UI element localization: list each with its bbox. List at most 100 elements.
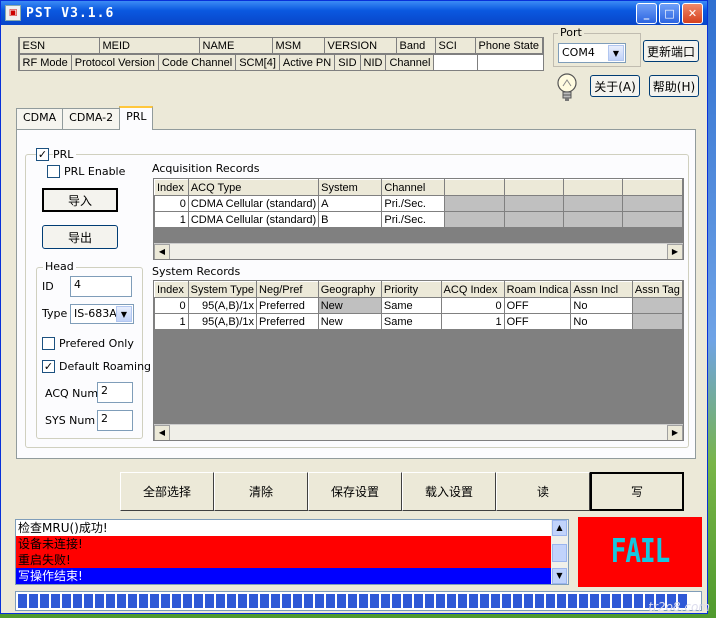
chevron-down-icon[interactable]: ▼ — [608, 45, 624, 61]
refresh-port-button[interactable]: 更新端口 — [643, 40, 699, 62]
progress-segment — [425, 594, 434, 608]
write-button[interactable]: 写 — [590, 472, 684, 511]
scroll-up-icon[interactable]: ▲ — [552, 520, 567, 536]
sys-cell[interactable]: Preferred — [256, 297, 319, 314]
table-row[interactable]: 1 95(A,B)/1x Preferred New Same 1 OFF No — [154, 313, 683, 330]
table-row[interactable]: 0 95(A,B)/1x Preferred New Same 0 OFF No — [154, 297, 683, 314]
sys-col-priority[interactable]: Priority — [380, 281, 442, 298]
acq-col-system[interactable]: System — [318, 179, 383, 196]
export-button[interactable]: 导出 — [42, 225, 118, 249]
sys-records-grid[interactable]: Index System Type Neg/Pref Geography Pri… — [153, 280, 684, 441]
sys-cell[interactable]: OFF — [503, 313, 572, 330]
import-button[interactable]: 导入 — [42, 188, 118, 212]
sys-hscrollbar[interactable]: ◀ ▶ — [154, 424, 683, 440]
sys-col-assn-incl[interactable]: Assn Incl — [570, 281, 633, 298]
chevron-down-icon[interactable]: ▼ — [116, 306, 132, 322]
default-roaming-checkbox[interactable]: ✓ — [42, 360, 55, 373]
acq-cell[interactable] — [562, 211, 624, 228]
load-settings-button[interactable]: 载入设置 — [402, 472, 496, 511]
acq-num-field[interactable]: 2 — [97, 382, 133, 403]
sys-col-geography[interactable]: Geography — [317, 281, 382, 298]
sys-col-acq-index[interactable]: ACQ Index — [440, 281, 505, 298]
close-button[interactable]: ✕ — [682, 3, 703, 24]
save-settings-button[interactable]: 保存设置 — [308, 472, 402, 511]
log-vscrollbar[interactable]: ▲ ▼ — [551, 520, 568, 584]
scroll-left-icon[interactable]: ◀ — [154, 425, 170, 440]
acq-cell[interactable]: CDMA Cellular (standard) — [187, 211, 320, 228]
acq-col-empty — [562, 179, 624, 196]
acq-cell[interactable]: 1 — [154, 211, 189, 228]
scroll-right-icon[interactable]: ▶ — [667, 244, 683, 259]
sys-cell[interactable]: Same — [380, 313, 442, 330]
acq-cell[interactable] — [503, 211, 564, 228]
maximize-button[interactable]: □ — [659, 3, 680, 24]
scroll-left-icon[interactable]: ◀ — [154, 244, 170, 259]
acq-col-index[interactable]: Index — [154, 179, 189, 196]
select-all-button[interactable]: 全部选择 — [120, 472, 214, 511]
acq-cell[interactable]: CDMA Cellular (standard) — [187, 195, 320, 212]
sys-cell[interactable]: 95(A,B)/1x — [187, 313, 258, 330]
acq-cell[interactable]: B — [318, 211, 383, 228]
sys-col-index[interactable]: Index — [154, 281, 189, 298]
sys-cell[interactable]: 1 — [440, 313, 505, 330]
clear-button[interactable]: 清除 — [214, 472, 308, 511]
table-row[interactable]: 0 CDMA Cellular (standard) A Pri./Sec. — [154, 195, 683, 212]
sys-cell[interactable]: Same — [380, 297, 442, 314]
tab-prl[interactable]: PRL — [119, 106, 154, 130]
tab-cdma[interactable]: CDMA — [16, 108, 64, 130]
acq-cell[interactable] — [444, 195, 505, 212]
acq-cell[interactable]: A — [318, 195, 383, 212]
log-list[interactable]: 检查MRU()成功! 设备未连接! 重启失败! 写操作结束! ▲ ▼ — [15, 519, 569, 585]
sys-cell[interactable]: OFF — [503, 297, 572, 314]
tab-cdma-2[interactable]: CDMA-2 — [62, 108, 121, 130]
sys-col-neg-pref[interactable]: Neg/Pref — [256, 281, 319, 298]
port-select[interactable]: COM4 ▼ — [558, 43, 626, 63]
sys-cell[interactable]: No — [570, 297, 633, 314]
type-select[interactable]: IS-683A ▼ — [70, 304, 134, 324]
help-button[interactable]: 帮助(H) — [649, 75, 699, 97]
progress-segment — [546, 594, 555, 608]
preferred-only-checkbox[interactable] — [42, 337, 55, 350]
sys-num-field[interactable]: 2 — [97, 410, 133, 431]
sys-cell[interactable]: 0 — [154, 297, 189, 314]
progress-segment — [161, 594, 170, 608]
sys-cell[interactable]: 1 — [154, 313, 189, 330]
sys-cell[interactable]: 0 — [440, 297, 505, 314]
sys-cell[interactable] — [631, 313, 683, 330]
acq-cell[interactable]: Pri./Sec. — [381, 211, 446, 228]
table-row[interactable]: 1 CDMA Cellular (standard) B Pri./Sec. — [154, 211, 683, 228]
scroll-right-icon[interactable]: ▶ — [667, 425, 683, 440]
progress-segment — [447, 594, 456, 608]
acq-cell[interactable]: Pri./Sec. — [381, 195, 446, 212]
acq-col-type[interactable]: ACQ Type — [187, 179, 320, 196]
sys-cell[interactable]: No — [570, 313, 633, 330]
minimize-button[interactable]: _ — [636, 3, 657, 24]
sys-cell[interactable]: New — [317, 297, 382, 314]
acq-hscrollbar[interactable]: ◀ ▶ — [154, 243, 683, 259]
acq-cell[interactable] — [503, 195, 564, 212]
sys-col-system-type[interactable]: System Type — [187, 281, 258, 298]
scroll-thumb[interactable] — [552, 544, 567, 562]
read-button[interactable]: 读 — [496, 472, 590, 511]
acq-cell[interactable] — [622, 211, 683, 228]
sys-cell[interactable]: New — [317, 313, 382, 330]
id-label: ID — [42, 280, 54, 293]
sys-col-roam-indicator[interactable]: Roam Indica — [503, 281, 572, 298]
id-field[interactable]: 4 — [70, 276, 132, 297]
sys-cell[interactable] — [631, 297, 683, 314]
acq-cell[interactable] — [622, 195, 683, 212]
prl-checkbox[interactable]: ✓ — [36, 148, 49, 161]
sys-col-assn-tag[interactable]: Assn Tag — [631, 281, 683, 298]
sys-cell[interactable]: 95(A,B)/1x — [187, 297, 258, 314]
acq-records-grid[interactable]: Index ACQ Type System Channel 0 CDMA Cel… — [153, 178, 684, 260]
prl-enable-checkbox[interactable] — [47, 165, 60, 178]
acq-cell[interactable] — [444, 211, 505, 228]
info-label-channel: Channel — [385, 54, 435, 71]
progress-segment — [117, 594, 126, 608]
sys-cell[interactable]: Preferred — [256, 313, 319, 330]
acq-col-channel[interactable]: Channel — [381, 179, 446, 196]
scroll-down-icon[interactable]: ▼ — [552, 568, 567, 584]
acq-cell[interactable]: 0 — [154, 195, 189, 212]
acq-cell[interactable] — [562, 195, 624, 212]
about-button[interactable]: 关于(A) — [590, 75, 640, 97]
